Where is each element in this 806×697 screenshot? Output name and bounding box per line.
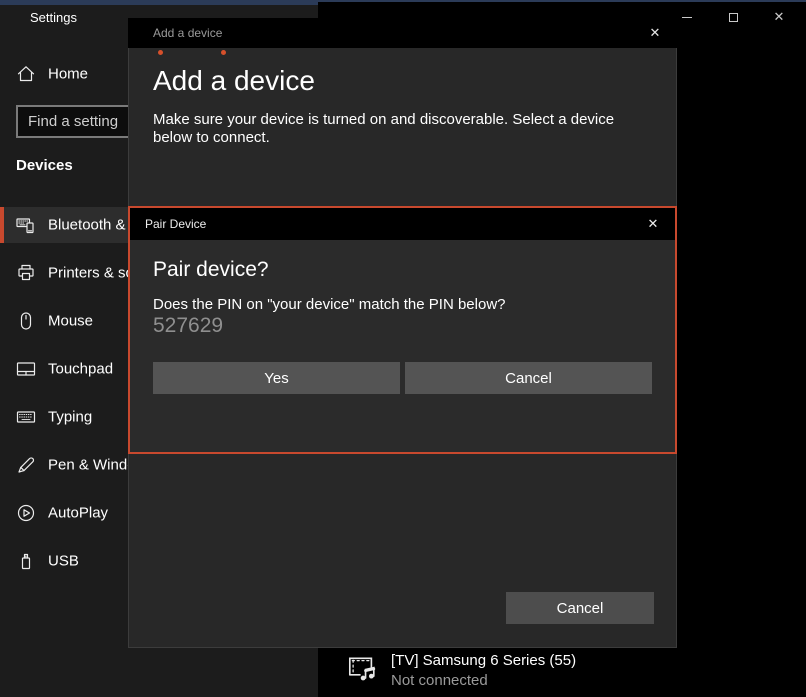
cancel-button[interactable]: Cancel xyxy=(506,592,654,624)
pair-device-close-button[interactable]: ✕ xyxy=(631,208,675,240)
section-title: Devices xyxy=(16,157,73,174)
sidebar-item-label: Touchpad xyxy=(48,361,113,378)
close-icon: ✕ xyxy=(648,216,659,231)
sidebar-item-label: AutoPlay xyxy=(48,505,108,522)
pair-buttons-row: Yes Cancel xyxy=(153,362,652,394)
progress-dot xyxy=(158,50,163,55)
device-status: Not connected xyxy=(391,671,576,691)
close-icon: ✕ xyxy=(774,9,785,25)
media-device-icon xyxy=(346,651,379,691)
dialog-description: Make sure your device is turned on and d… xyxy=(153,111,653,147)
keyboard-icon xyxy=(16,407,36,427)
list-item-device[interactable]: [TV] Samsung 6 Series (55) Not connected xyxy=(346,651,576,691)
printer-icon xyxy=(16,263,36,283)
autoplay-icon xyxy=(16,503,36,523)
minimize-icon xyxy=(682,17,692,18)
pair-device-dialog: Pair Device ✕ Pair device? Does the PIN … xyxy=(128,206,677,454)
device-name: [TV] Samsung 6 Series (55) xyxy=(391,651,576,671)
bluetooth-devices-icon xyxy=(16,215,36,235)
dialog-title: Pair Device xyxy=(130,217,206,231)
selected-accent-bar xyxy=(0,207,4,243)
touchpad-icon xyxy=(16,359,36,379)
sidebar-item-label: Typing xyxy=(48,409,92,426)
add-device-close-button[interactable]: ✕ xyxy=(633,18,677,48)
pair-pin: 527629 xyxy=(153,314,223,338)
progress-dot xyxy=(221,50,226,55)
pair-question: Does the PIN on "your device" match the … xyxy=(153,296,506,313)
sidebar-item-label: USB xyxy=(48,553,79,570)
window-controls: ✕ xyxy=(664,4,802,30)
sidebar-top-accent xyxy=(0,0,318,5)
add-device-dialog-titlebar: Add a device ✕ xyxy=(128,18,677,48)
sidebar-item-label: Mouse xyxy=(48,313,93,330)
usb-icon xyxy=(16,551,36,571)
pen-icon xyxy=(16,455,36,475)
mouse-icon xyxy=(16,311,36,331)
close-button[interactable]: ✕ xyxy=(756,4,802,30)
pair-cancel-button[interactable]: Cancel xyxy=(405,362,652,394)
dialog-heading: Add a device xyxy=(153,65,315,97)
yes-button[interactable]: Yes xyxy=(153,362,400,394)
sidebar-item-label: Home xyxy=(48,66,88,83)
dialog-title: Add a device xyxy=(128,26,222,40)
settings-window: Settings Home Devices Bluetooth & other … xyxy=(0,0,806,697)
pair-device-titlebar: Pair Device ✕ xyxy=(130,208,675,240)
maximize-button[interactable] xyxy=(710,4,756,30)
home-icon xyxy=(16,64,36,84)
maximize-icon xyxy=(729,13,738,22)
close-icon: ✕ xyxy=(650,25,661,40)
app-title: Settings xyxy=(30,10,77,25)
pair-device-body: Pair device? Does the PIN on "your devic… xyxy=(130,240,675,452)
pair-heading: Pair device? xyxy=(153,258,269,282)
